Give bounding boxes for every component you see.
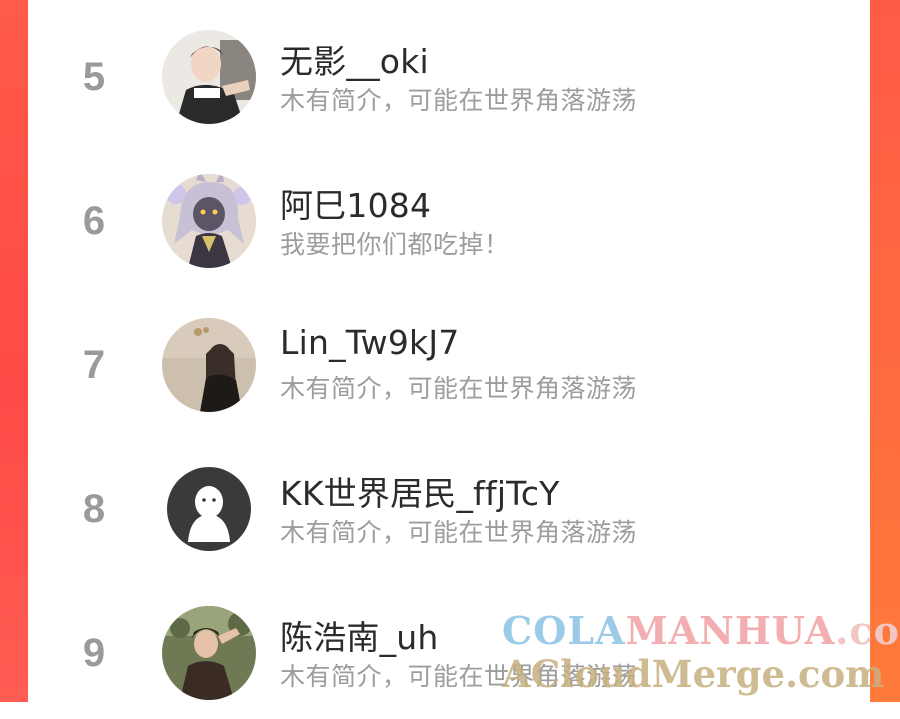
photo-avatar-icon bbox=[162, 30, 256, 124]
rank-number: 8 bbox=[82, 487, 106, 531]
user-bio: 木有简介，可能在世界角落游荡 bbox=[280, 86, 638, 115]
avatar[interactable] bbox=[162, 318, 256, 412]
photo-avatar-icon bbox=[162, 606, 256, 700]
user-bio: 木有简介，可能在世界角落游荡 bbox=[280, 374, 638, 403]
rank-number: 7 bbox=[82, 343, 106, 387]
user-bio: 木有简介，可能在世界角落游荡 bbox=[280, 518, 638, 547]
anime-avatar-icon bbox=[162, 174, 256, 268]
avatar[interactable] bbox=[162, 606, 256, 700]
rank-number: 9 bbox=[82, 631, 106, 675]
user-bio: 木有简介，可能在世界角落游荡 bbox=[280, 662, 638, 691]
user-name[interactable]: 陈浩南_uh bbox=[280, 611, 439, 659]
default-avatar-icon bbox=[163, 463, 255, 555]
user-name[interactable]: Lin_Tw9kJ7 bbox=[280, 323, 460, 362]
left-border bbox=[0, 0, 28, 702]
list-item[interactable]: 6 阿巳1084 我要把你们都吃掉！ bbox=[28, 157, 870, 287]
photo-avatar-icon bbox=[162, 318, 256, 412]
ranking-list: 5 无影__oki 木有简介，可能在世界角落游荡 6 阿巳1084 我要把你们都… bbox=[28, 0, 870, 702]
avatar[interactable] bbox=[162, 462, 256, 556]
list-item[interactable]: 7 Lin_Tw9kJ7 木有简介，可能在世界角落游荡 bbox=[28, 301, 870, 431]
user-name[interactable]: 无影__oki bbox=[280, 35, 429, 83]
rank-number: 5 bbox=[82, 55, 106, 99]
avatar[interactable] bbox=[162, 30, 256, 124]
user-name[interactable]: 阿巳1084 bbox=[280, 179, 431, 227]
user-name[interactable]: KK世界居民_ffjTcY bbox=[280, 467, 560, 515]
list-item[interactable]: 9 陈浩南_uh 木有简介，可能在世界角落游荡 bbox=[28, 589, 870, 719]
user-bio: 我要把你们都吃掉！ bbox=[280, 230, 510, 259]
rank-number: 6 bbox=[82, 199, 106, 243]
list-item[interactable]: 5 无影__oki 木有简介，可能在世界角落游荡 bbox=[28, 13, 870, 143]
list-item[interactable]: 8 KK世界居民_ffjTcY 木有简介，可能在世界角落游荡 bbox=[28, 445, 870, 575]
avatar[interactable] bbox=[162, 174, 256, 268]
right-border bbox=[870, 0, 900, 702]
